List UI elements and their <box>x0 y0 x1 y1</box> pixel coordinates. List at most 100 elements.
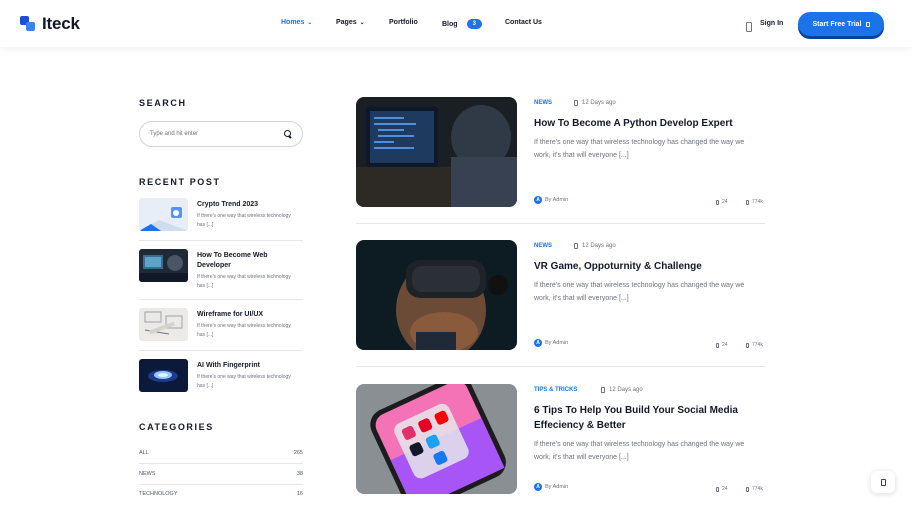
nav-contact-label: Contact Us <box>505 19 542 26</box>
comment-icon <box>716 486 719 492</box>
mobile-icon <box>865 21 870 27</box>
nav-homes-label: Homes <box>281 19 305 26</box>
views-icon <box>746 342 749 348</box>
post-comments: 24 <box>716 486 728 492</box>
nav-pages[interactable]: Pages ⌄ <box>336 19 365 26</box>
blog-page: Iteck Homes ⌄ Pages ⌄ Portfolio Blog 3 C… <box>0 0 912 506</box>
recent-post-title[interactable]: Crypto Trend 2023 <box>197 200 297 210</box>
post-image[interactable] <box>356 384 517 494</box>
post-image[interactable] <box>356 97 517 207</box>
post-comments: 24 <box>716 342 728 348</box>
post-title[interactable]: How To Become A Python Develop Expert <box>534 116 754 131</box>
nav-homes[interactable]: Homes ⌄ <box>281 19 312 26</box>
nav-blog-label: Blog <box>442 20 458 28</box>
recent-post-title[interactable]: How To Become Web Developer <box>197 251 297 271</box>
comment-count: 24 <box>722 342 728 348</box>
category-name: TECHNOLOGY <box>139 491 178 497</box>
floating-action-button[interactable] <box>871 471 895 493</box>
post-author[interactable]: A By Admin <box>534 483 568 491</box>
category-item-all[interactable]: ALL 265 <box>139 450 303 462</box>
recent-post-thumbnail[interactable] <box>139 308 188 341</box>
chevron-down-icon: ⌄ <box>359 19 365 26</box>
category-name: NEWS <box>139 471 156 477</box>
post-tag[interactable]: NEWS <box>534 243 552 249</box>
post-date-text: 12 Days ago <box>582 100 616 106</box>
post-image[interactable] <box>356 240 517 350</box>
recent-post-thumbnail[interactable] <box>139 359 188 392</box>
nav-blog[interactable]: Blog 3 <box>442 19 482 29</box>
divider <box>356 366 765 367</box>
search-input[interactable]: Type and hit enter <box>150 131 284 137</box>
view-count: 774k <box>752 486 763 492</box>
nav-portfolio-label: Portfolio <box>389 19 418 26</box>
avatar: A <box>534 196 542 204</box>
category-item-news[interactable]: NEWS 38 <box>139 471 303 483</box>
clock-icon <box>574 100 578 106</box>
post-excerpt: If there's one way that wireless technol… <box>534 139 745 159</box>
post-tag[interactable]: NEWS <box>534 100 552 106</box>
post-date: 12 Days ago <box>574 243 616 249</box>
nav-portfolio[interactable]: Portfolio <box>389 19 418 26</box>
post-title[interactable]: 6 Tips To Help You Build Your Social Med… <box>534 403 754 433</box>
recent-post-title[interactable]: AI With Fingerprint <box>197 361 297 371</box>
category-count: 16 <box>296 491 303 497</box>
nav-pages-label: Pages <box>336 19 357 26</box>
divider <box>139 484 303 485</box>
search-field[interactable]: Type and hit enter <box>139 121 303 147</box>
recent-post-thumbnail[interactable] <box>139 198 188 231</box>
mobile-icon <box>746 22 752 32</box>
post-author-name: By Admin <box>545 484 569 490</box>
post-author[interactable]: A By Admin <box>534 196 568 204</box>
recent-post-excerpt: If there's one way that wireless technol… <box>197 274 291 289</box>
chevron-down-icon: ⌄ <box>307 19 313 26</box>
comment-count: 24 <box>722 486 728 492</box>
blog-count-badge: 3 <box>466 19 482 29</box>
post-views: 774k <box>746 342 763 348</box>
recent-post-excerpt: If there's one way that wireless technol… <box>197 213 291 228</box>
avatar: A <box>534 339 542 347</box>
post-views: 774k <box>746 199 763 205</box>
post-comments: 24 <box>716 199 728 205</box>
post-views: 774k <box>746 486 763 492</box>
search-section-title: SEARCH <box>139 98 187 108</box>
start-free-trial-button[interactable]: Start Free Trial <box>798 12 884 36</box>
recent-post-title: RECENT POST <box>139 177 221 187</box>
divider <box>139 299 303 300</box>
post-author-name: By Admin <box>545 340 569 346</box>
avatar: A <box>534 483 542 491</box>
post-date-text: 12 Days ago <box>609 387 643 393</box>
post-author-name: By Admin <box>545 197 569 203</box>
divider <box>139 350 303 351</box>
recent-post-title[interactable]: Wireframe for UI/UX <box>197 310 297 320</box>
post-tag[interactable]: TIPS & TRICKS <box>534 387 577 393</box>
comment-icon <box>716 199 719 205</box>
divider <box>139 463 303 464</box>
post-date: 12 Days ago <box>601 387 643 393</box>
clock-icon <box>574 243 578 249</box>
recent-post-thumbnail[interactable] <box>139 249 188 282</box>
trial-button-label: Start Free Trial <box>812 20 862 28</box>
comment-icon <box>716 342 719 348</box>
categories-title: CATEGORIES <box>139 422 214 432</box>
clock-icon <box>601 387 605 393</box>
views-icon <box>746 199 749 205</box>
comment-count: 24 <box>722 199 728 205</box>
post-date-text: 12 Days ago <box>582 243 616 249</box>
category-count: 265 <box>293 450 303 456</box>
divider <box>356 223 765 224</box>
top-header: Iteck Homes ⌄ Pages ⌄ Portfolio Blog 3 C… <box>0 0 912 47</box>
nav-contact[interactable]: Contact Us <box>505 19 542 26</box>
post-excerpt: If there's one way that wireless technol… <box>534 441 745 461</box>
post-excerpt: If there's one way that wireless technol… <box>534 282 745 302</box>
views-icon <box>746 486 749 492</box>
view-count: 774k <box>752 199 763 205</box>
search-icon[interactable] <box>284 130 292 138</box>
category-count: 38 <box>296 471 303 477</box>
mobile-icon <box>880 478 886 486</box>
category-item-technology[interactable]: TECHNOLOGY 16 <box>139 491 303 503</box>
post-title[interactable]: VR Game, Oppoturnity & Challenge <box>534 259 754 274</box>
post-date: 12 Days ago <box>574 100 616 106</box>
post-author[interactable]: A By Admin <box>534 339 568 347</box>
sign-in-link[interactable]: Sign In <box>760 20 783 27</box>
recent-post-excerpt: If there's one way that wireless technol… <box>197 323 291 338</box>
